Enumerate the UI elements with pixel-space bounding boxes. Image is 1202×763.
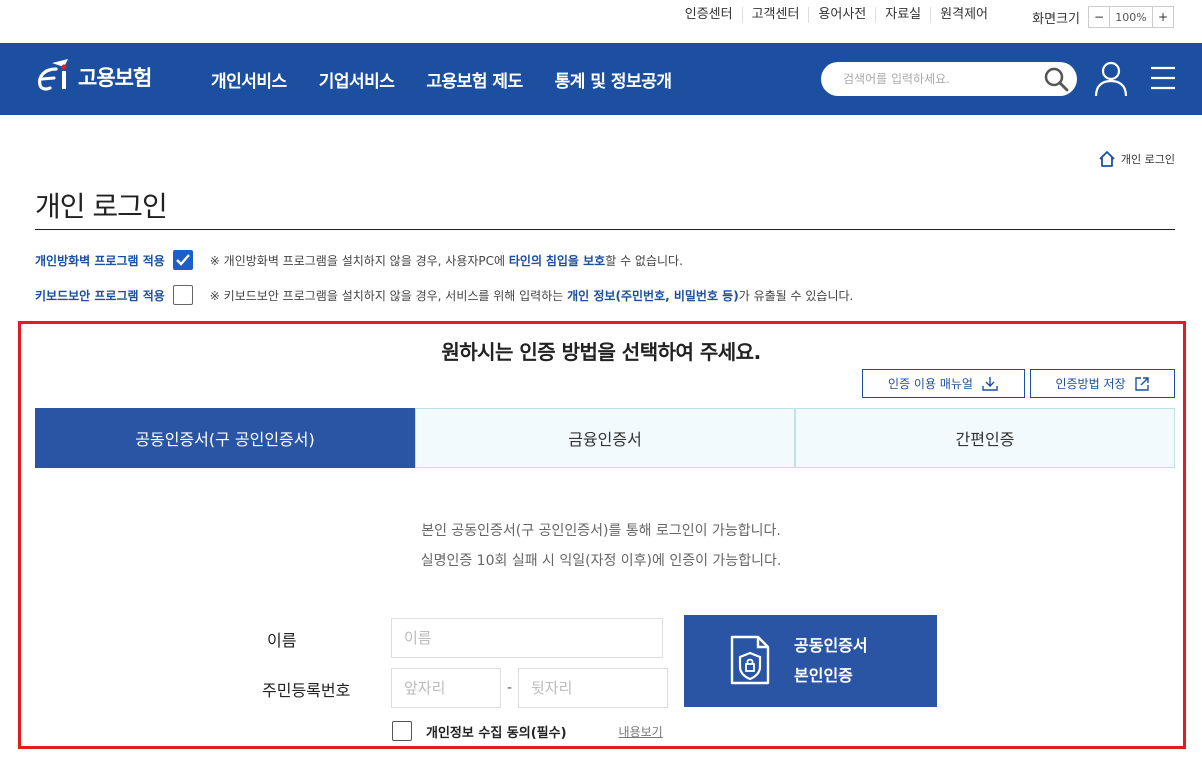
zoom-out-button[interactable]: − (1089, 7, 1109, 27)
keyboard-note: ※ 키보드보안 프로그램을 설치하지 않을 경우, 서비스를 위해 입력하는 개… (209, 288, 854, 303)
keyboard-option-label: 키보드보안 프로그램 적용 (35, 288, 165, 303)
keyboard-security-option: 키보드보안 프로그램 적용 ※ 키보드보안 프로그램을 설치하지 않을 경우, … (35, 285, 853, 305)
rrn-separator: - (507, 680, 513, 696)
breadcrumb-current: 개인 로그인 (1120, 153, 1175, 166)
certificate-auth-line2: 본인인증 (794, 666, 853, 685)
breadcrumb: 개인 로그인 (1098, 150, 1175, 168)
certificate-auth-button[interactable]: 공동인증서 본인인증 (684, 615, 937, 707)
privacy-consent: 개인정보 수집 동의(필수) 내용보기 (392, 721, 663, 741)
search-icon[interactable] (1043, 66, 1069, 92)
search-box (821, 62, 1077, 96)
view-details-link[interactable]: 내용보기 (619, 723, 663, 740)
firewall-checkbox[interactable] (172, 250, 193, 270)
certificate-auth-line1: 공동인증서 (794, 636, 868, 655)
save-auth-method-label: 인증방법 저장 (1055, 377, 1126, 391)
site-logo[interactable]: 고용보험 (34, 57, 152, 97)
zoom-value: 100% (1109, 7, 1153, 27)
zoom-in-button[interactable]: + (1153, 7, 1173, 27)
info-line-1: 본인 공동인증서(구 공인인증서)를 통해 로그인이 가능합니다. (421, 523, 781, 539)
util-link-glossary[interactable]: 용어사전 (808, 7, 875, 23)
zoom-label: 화면크기 (1032, 11, 1080, 27)
ei-logo-icon (38, 59, 68, 91)
info-line-2: 실명인증 10회 실패 시 익일(자정 이후)에 인증이 가능합니다. (420, 553, 782, 569)
auth-tabs: 공동인증서(구 공인인증서) 금융인증서 간편인증 (35, 408, 1175, 468)
util-link-library[interactable]: 자료실 (875, 7, 930, 23)
util-link-cert-center[interactable]: 인증센터 (676, 7, 742, 23)
tab-joint-certificate[interactable]: 공동인증서(구 공인인증서) (35, 408, 415, 468)
nav-insurance-system[interactable]: 고용보험 제도 (426, 67, 523, 92)
privacy-consent-label: 개인정보 수집 동의(필수) (426, 725, 567, 741)
auth-heading: 원하시는 인증 방법을 선택하여 주세요. (441, 340, 761, 364)
checkmark-icon (175, 254, 190, 266)
user-icon[interactable] (1094, 60, 1128, 98)
zoom-box: − 100% + (1088, 6, 1174, 28)
tab-simple-auth[interactable]: 간편인증 (795, 408, 1175, 468)
rrn-back-input[interactable] (518, 668, 668, 708)
logo-text: 고용보험 (78, 66, 152, 90)
page-title: 개인 로그인 (35, 190, 168, 223)
global-nav: 개인서비스 기업서비스 고용보험 제도 통계 및 정보공개 (211, 67, 704, 92)
name-label: 이름 (267, 631, 297, 650)
save-auth-method-button[interactable]: 인증방법 저장 (1030, 369, 1175, 398)
firewall-note: ※ 개인방화벽 프로그램을 설치하지 않을 경우, 사용자PC에 타인의 침입을… (209, 253, 683, 268)
nav-statistics[interactable]: 통계 및 정보공개 (555, 67, 672, 92)
download-icon (982, 376, 998, 391)
hamburger-menu-icon[interactable] (1149, 65, 1177, 91)
nav-business-service[interactable]: 기업서비스 (319, 67, 395, 92)
home-icon[interactable] (1098, 150, 1116, 168)
rrn-front-input[interactable] (391, 668, 501, 708)
keyboard-security-checkbox[interactable] (172, 285, 193, 305)
util-link-customer-center[interactable]: 고객센터 (741, 7, 809, 23)
certificate-lock-icon (730, 635, 770, 685)
title-divider (35, 229, 1175, 230)
main-header: 고용보험 개인서비스 기업서비스 고용보험 제도 통계 및 정보공개 (0, 43, 1202, 115)
privacy-consent-checkbox[interactable] (392, 721, 412, 741)
firewall-option: 개인방화벽 프로그램 적용 ※ 개인방화벽 프로그램을 설치하지 않을 경우, … (35, 250, 683, 270)
utility-bar: 인증센터 고객센터 용어사전 자료실 원격제어 화면크기 − 100% + (0, 0, 1202, 43)
utility-links: 인증센터 고객센터 용어사전 자료실 원격제어 (676, 7, 997, 23)
certificate-auth-text: 공동인증서 본인인증 (794, 631, 868, 691)
firewall-option-label: 개인방화벽 프로그램 적용 (35, 253, 165, 268)
auth-manual-button[interactable]: 인증 이용 매뉴얼 (862, 369, 1025, 398)
rrn-label: 주민등록번호 (262, 681, 351, 700)
external-link-icon (1134, 376, 1149, 391)
search-input[interactable] (821, 72, 1031, 86)
tab-financial-certificate[interactable]: 금융인증서 (415, 408, 795, 468)
nav-personal-service[interactable]: 개인서비스 (211, 67, 287, 92)
auth-manual-label: 인증 이용 매뉴얼 (888, 377, 973, 391)
zoom-control: 화면크기 − 100% + (1032, 6, 1174, 28)
util-link-remote-control[interactable]: 원격제어 (930, 7, 997, 23)
name-input[interactable] (391, 618, 663, 658)
